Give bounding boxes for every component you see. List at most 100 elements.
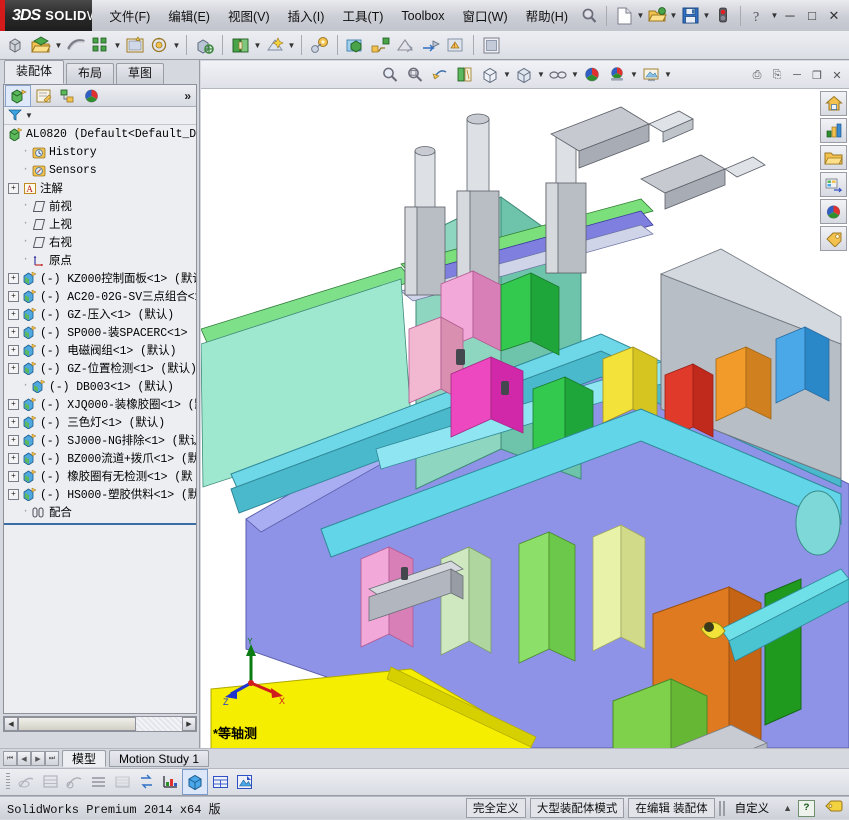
save-icon[interactable] [678,5,702,27]
tab-motion-study-1[interactable]: Motion Study 1 [109,750,210,767]
menu-toolbox[interactable]: Toolbox [392,6,453,26]
tile-left-icon[interactable]: ⎙ [747,64,767,86]
view-settings-icon[interactable] [639,63,664,87]
tree-item-ac20-02g-sv[interactable]: + (-) AC20-02G-SV三点组合<1> [4,287,196,305]
tree-expander[interactable]: + [8,434,19,446]
contact-icon[interactable] [134,770,158,794]
hole-alignment-icon[interactable] [418,33,443,58]
interference-detection-icon[interactable] [393,33,418,58]
property-manager-icon[interactable] [31,86,55,106]
restore-icon[interactable]: □ [801,6,823,26]
exploded-view-icon[interactable] [343,33,368,58]
linear-pattern-icon[interactable] [88,33,113,58]
tile-right-icon[interactable]: ⎘ [767,64,787,86]
hide-show-items-icon[interactable] [546,63,571,87]
edit-appearance-icon[interactable] [580,63,605,87]
new-document-dropdown-icon[interactable]: ▼ [636,6,645,26]
tab-assembly[interactable]: 装配体 [4,60,65,84]
cad-assembly-render[interactable] [201,89,849,748]
tag-icon[interactable] [825,799,843,817]
linear-pattern-dropdown-icon[interactable]: ▼ [113,35,122,55]
configuration-manager-icon[interactable] [55,86,79,106]
edit-component-dropdown-icon[interactable]: ▼ [54,35,63,55]
tree-expander[interactable]: + [8,362,19,374]
previous-view-icon[interactable] [428,63,453,87]
menu-help[interactable]: 帮助(H) [517,3,577,28]
tree-item-db003[interactable]: · (-) DB003<1> (默认) [4,377,196,395]
rebuild-icon[interactable] [711,5,735,27]
custom-properties-icon[interactable] [820,226,847,251]
tree-expander[interactable]: + [8,470,19,482]
smart-fasteners-icon[interactable] [122,33,147,58]
tree-rollback-bar[interactable] [4,523,196,525]
close-icon[interactable]: ✕ [827,64,847,86]
reference-geometry-dropdown-icon[interactable]: ▼ [253,35,262,55]
help-dropdown-icon[interactable]: ▼ [770,6,779,26]
bom-icon[interactable] [307,33,332,58]
tree-item-origin[interactable]: · 原点 [4,251,196,269]
view-palette-icon[interactable] [820,172,847,197]
tree-expander[interactable]: + [8,416,19,428]
tab-model[interactable]: 模型 [62,750,107,767]
tree-item-bz000-runner-claw[interactable]: + (-) BZ000流道+拨爪<1> (默 [4,449,196,467]
tree-item-sp000-spacer[interactable]: + (-) SP000-装SPACERC<1> (默 [4,323,196,341]
tree-expander[interactable]: + [8,398,19,410]
last-icon[interactable]: ⏭ [45,751,59,766]
apply-scene-icon[interactable] [605,63,630,87]
feature-tree-list[interactable]: AL0820 (Default<Default_Disp · History · [4,125,196,713]
tree-root-assembly[interactable]: AL0820 (Default<Default_Disp [4,125,196,143]
tree-item-kz000-control-panel[interactable]: + (-) KZ000控制面板<1> (默认) [4,269,196,287]
assembly-features-icon[interactable] [192,33,217,58]
new-motion-study-icon[interactable] [262,33,287,58]
edit-component-icon[interactable] [29,33,54,58]
status-custom-label[interactable]: 自定义 [727,799,778,817]
display-style-dropdown-icon[interactable]: ▼ [537,65,546,85]
move-component-dropdown-icon[interactable]: ▼ [172,35,181,55]
view-settings-dropdown-icon[interactable]: ▼ [664,65,673,85]
zoom-to-fit-icon[interactable] [378,63,403,87]
display-style-icon[interactable] [512,63,537,87]
new-document-icon[interactable] [612,5,636,27]
reference-geometry-icon[interactable] [228,33,253,58]
move-component-icon[interactable] [147,33,172,58]
animation-wizard-icon[interactable] [232,770,256,794]
tree-item-mates[interactable]: · 配合 [4,503,196,521]
view-orientation-dropdown-icon[interactable]: ▼ [503,65,512,85]
menu-tools[interactable]: 工具(T) [333,3,392,28]
status-help-icon[interactable]: ? [798,799,815,817]
tree-item-xjq000-rubber-ring[interactable]: + (-) XJQ000-装橡胶圈<1> (默 [4,395,196,413]
file-explorer-icon[interactable] [820,145,847,170]
scroll-right-arrow-icon[interactable]: ▶ [182,717,196,731]
apply-scene-dropdown-icon[interactable]: ▼ [630,65,639,85]
toolbar-grip[interactable] [6,773,10,791]
tree-expander[interactable]: + [8,488,19,500]
tree-item-sensors[interactable]: · Sensors [4,161,196,179]
tree-expander[interactable]: + [8,326,19,338]
tree-expander[interactable]: + [8,182,19,194]
tree-item-right-plane[interactable]: · 右视 [4,233,196,251]
expand-panel-chevron-icon[interactable]: » [184,89,196,103]
model-canvas[interactable] [201,89,849,748]
tree-item-tricolor-light[interactable]: + (-) 三色灯<1> (默认) [4,413,196,431]
status-sort-arrow-icon[interactable]: ▲ [777,803,798,813]
tree-item-annotations[interactable]: + A 注解 [4,179,196,197]
explode-line-sketch-icon[interactable] [368,33,393,58]
results-plot-icon[interactable] [158,770,182,794]
open-folder-icon[interactable] [645,5,669,27]
filter-icon[interactable] [8,108,22,124]
zoom-to-area-icon[interactable] [403,63,428,87]
assembly-xpert-icon[interactable]: ! [443,33,468,58]
scroll-thumb[interactable] [18,717,136,731]
simulation-setup-icon[interactable] [182,769,208,795]
tree-item-front-plane[interactable]: · 前视 [4,197,196,215]
tree-expander[interactable]: + [8,452,19,464]
display-manager-icon[interactable] [79,86,103,106]
search-icon[interactable] [577,5,601,27]
filter-dropdown-icon[interactable]: ▼ [25,111,33,120]
help-question-icon[interactable]: ? [746,5,770,27]
minimize-icon[interactable]: ─ [787,64,807,86]
menu-window[interactable]: 窗口(W) [454,3,517,28]
hide-show-dropdown-icon[interactable]: ▼ [571,65,580,85]
tree-item-gz-press-in[interactable]: + (-) GZ-压入<1> (默认) [4,305,196,323]
tab-layout[interactable]: 布局 [66,63,115,84]
